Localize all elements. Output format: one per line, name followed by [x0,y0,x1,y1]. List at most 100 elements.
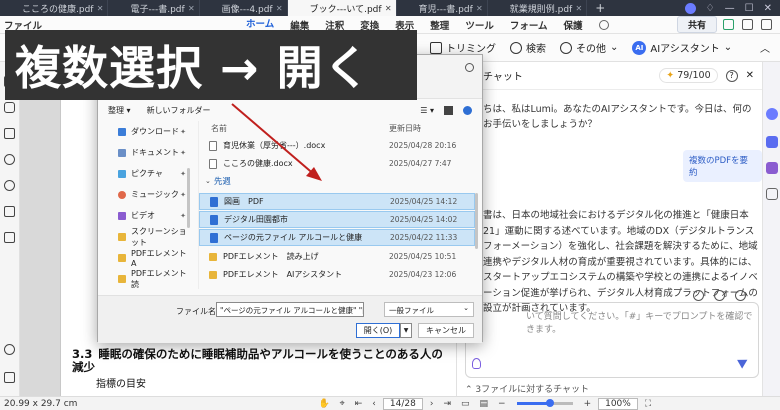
ai-robot-icon[interactable] [766,108,778,120]
close-icon[interactable]: ✕ [476,4,483,13]
close-icon[interactable]: ✕ [746,70,754,81]
chat-input[interactable]: いて質問してください。「#」キーでプロンプトを確認できます。 [465,302,759,378]
cloud-icon[interactable] [723,19,734,30]
prev-page-icon[interactable]: ‹ [372,399,376,409]
menu-organize[interactable]: 整理 [430,18,449,32]
layout-icon[interactable]: ▤ [480,399,489,409]
fit-page-icon[interactable]: ▭ [461,399,470,409]
bell-icon[interactable]: ♢ [706,3,715,14]
open-button[interactable]: 開く(O) [356,323,400,338]
search-icon[interactable] [598,19,609,30]
ai-tool-icon[interactable] [766,188,778,200]
organize-button[interactable]: 整理 ▾ [108,105,131,116]
send-icon[interactable] [737,355,750,369]
column-date[interactable]: 更新日時 [389,123,421,134]
history-icon[interactable] [714,290,725,301]
nav-item-videos[interactable]: ビデオ ✦ [104,205,192,226]
ai-translate-icon[interactable] [766,136,778,148]
nav-item-pdfelement-read[interactable]: PDFエレメント 読 [104,268,192,289]
settings-icon[interactable] [742,19,753,30]
notice-icon[interactable] [4,372,15,383]
maximize-icon[interactable]: ☐ [745,3,754,14]
open-dropdown-button[interactable]: ▼ [400,323,412,338]
tab-0[interactable]: こころの健康.pdf ✕ [0,0,109,16]
nav-scrollbar[interactable] [187,168,190,228]
nav-item-downloads[interactable]: ダウンロード ✦ [104,121,192,142]
close-icon[interactable]: ✕ [97,4,104,13]
close-icon[interactable]: ✕ [385,4,392,13]
search-button[interactable]: 検索 [510,40,546,55]
filename-input[interactable]: "ページの元ファイル アルコールと健康" "図 [216,302,364,317]
hand-tool-icon[interactable]: ✋ [318,399,329,409]
file-row-selected[interactable]: デジタル田園都市 2025/04/25 14:02 [199,211,475,228]
nav-item-pictures[interactable]: ピクチャ ✦ [104,163,192,184]
attachment-icon[interactable] [4,154,15,165]
nav-item-documents[interactable]: ドキュメント ✦ [104,142,192,163]
avatar[interactable] [684,2,696,14]
comment-icon[interactable] [4,102,15,113]
zoom-slider[interactable] [516,399,573,407]
zoom-slider-handle[interactable] [546,399,555,407]
trimming-button[interactable]: トリミング [430,40,496,55]
ai-assistant-button[interactable]: AI AIアシスタント ⌄ [632,40,732,55]
nav-item-pdfelement-a[interactable]: PDFエレメント A [104,247,192,268]
pages-icon[interactable] [4,128,15,139]
summarize-pdfs-chip[interactable]: 複数のPDFを要約 [683,150,762,182]
file-row[interactable]: 育児休業（厚労省---）.docx 2025/04/28 20:16 [199,137,475,154]
menu-tools[interactable]: ツール [465,18,494,32]
ai-edit-icon[interactable] [766,162,778,174]
more-button[interactable]: その他 ⌄ [560,40,618,55]
nav-item-music[interactable]: ミュージック ✦ [104,184,192,205]
tab-3-active[interactable]: ブック---いて.pdf ✕ [287,0,397,16]
new-folder-button[interactable]: 新しいフォルダー [147,105,211,116]
first-page-icon[interactable]: ⇤ [355,399,363,409]
file-list-scrollbar[interactable] [475,193,478,249]
help-icon[interactable] [463,105,472,115]
new-chat-icon[interactable] [735,290,746,301]
file-row[interactable]: こころの健康.docx 2025/04/27 7:47 [199,155,475,172]
column-name[interactable]: 名前 [211,123,227,134]
share-button[interactable]: 共有 [676,16,717,33]
menu-icon[interactable] [761,19,772,30]
menu-form[interactable]: フォーム [510,18,548,32]
close-icon[interactable]: ✕ [576,4,583,13]
search-icon[interactable] [465,63,474,72]
tab-4[interactable]: 育児---書.pdf ✕ [397,0,488,16]
search-icon[interactable] [4,180,15,191]
view-mode-icon[interactable]: ☰ ▾ [420,106,434,115]
filetype-select[interactable]: 一般ファイル ⌄ [384,302,474,317]
help-icon[interactable] [4,344,15,355]
next-page-icon[interactable]: › [430,399,434,409]
preview-pane-icon[interactable] [444,105,453,115]
nav-item-screenshots[interactable]: スクリーンショット [104,226,192,247]
minimize-icon[interactable]: — [725,3,735,14]
group-header-last-week[interactable]: ⌄ 先週 [205,175,231,187]
tab-1[interactable]: 電子---書.pdf ✕ [108,0,200,16]
page-number-input[interactable]: 14/28 [382,397,423,410]
tab-2[interactable]: 画像---4.pdf ✕ [200,0,288,16]
help-icon[interactable]: ? [725,69,738,82]
cancel-button[interactable]: キャンセル [418,323,474,338]
menu-protect[interactable]: 保護 [564,18,583,32]
close-icon[interactable]: ✕ [188,4,195,13]
last-page-icon[interactable]: ⇥ [443,399,451,409]
select-tool-icon[interactable]: ⌖ [340,399,345,409]
collapse-icon[interactable]: ︿ [760,40,770,55]
signature-icon[interactable] [4,232,15,243]
folder-row[interactable]: PDFエレメント 読み上げ 2025/04/25 10:51 [199,248,475,265]
folder-row[interactable]: PDFエレメント AIアシスタント 2025/04/23 12:06 [199,266,475,283]
tab-5[interactable]: 就業規則例.pdf ✕ [488,0,588,16]
zoom-level[interactable]: 100% [598,397,638,410]
zoom-out-icon[interactable]: − [498,399,506,409]
layers-icon[interactable] [4,206,15,217]
fullscreen-icon[interactable]: ⛶ [645,399,651,409]
chat-files-footer[interactable]: ⌃ 3ファイルに対するチャット [465,382,589,395]
add-tab-icon[interactable]: + [587,0,613,16]
export-icon[interactable] [693,290,704,301]
close-window-icon[interactable]: ✕ [764,3,772,14]
file-row-selected[interactable]: 図画 PDF 2025/04/25 14:12 [199,193,475,210]
lightbulb-icon[interactable] [472,358,481,369]
zoom-in-icon[interactable]: + [584,399,592,409]
file-row-selected[interactable]: ページの元ファイル アルコールと健康 2025/04/22 11:33 [199,229,475,246]
close-icon[interactable]: ✕ [276,4,283,13]
